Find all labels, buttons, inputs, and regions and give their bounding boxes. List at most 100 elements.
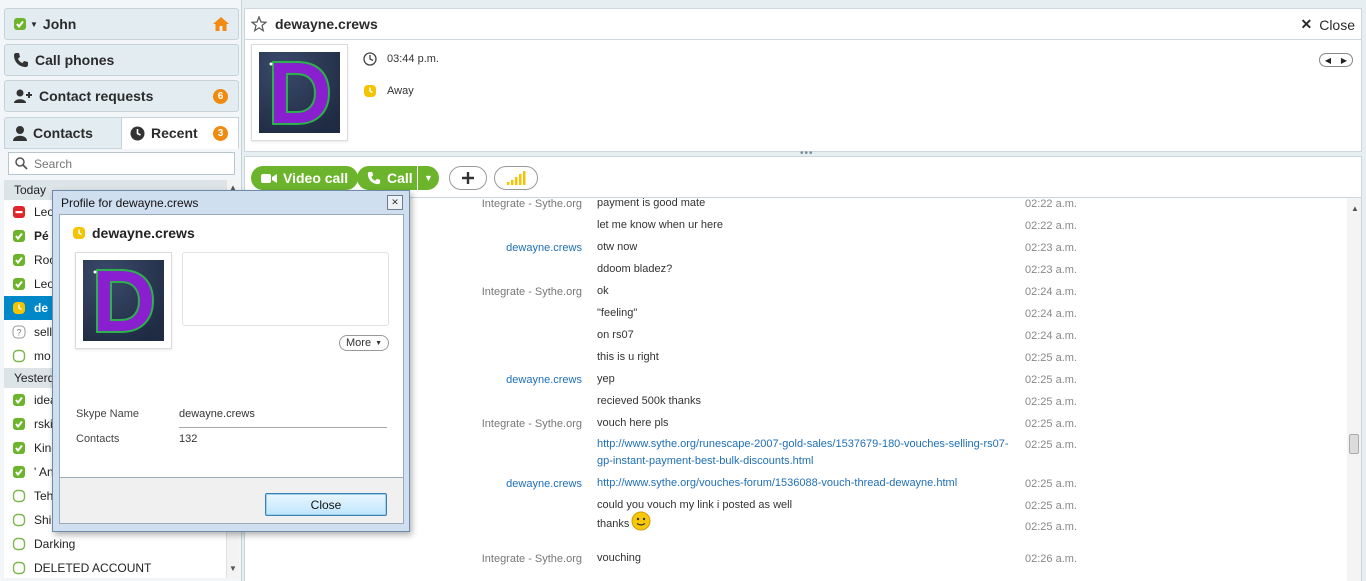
message-text: vouching xyxy=(597,550,1017,567)
avatar xyxy=(83,260,164,341)
contacts-recent-tabs: Contacts Recent 3 xyxy=(4,117,239,149)
online-status-icon xyxy=(12,277,26,291)
message-text: thanks xyxy=(597,511,1017,537)
message-time: 02:25 a.m. xyxy=(1025,374,1077,386)
message-body: this is u right xyxy=(597,351,659,363)
tab-recent-label: Recent xyxy=(151,125,198,141)
message-time: 02:24 a.m. xyxy=(1025,330,1077,342)
message-time: 02:25 a.m. xyxy=(1025,418,1077,430)
message-link[interactable]: http://www.sythe.org/runescape-2007-gold… xyxy=(597,436,1017,470)
message-sender[interactable]: Integrate - Sythe.org xyxy=(372,553,582,565)
message-body[interactable]: http://www.sythe.org/vouches-forum/15360… xyxy=(597,477,957,489)
contact-name: de xyxy=(34,301,49,315)
message-text: on rs07 xyxy=(597,327,1017,344)
avatar-letter-d-image xyxy=(83,260,164,341)
more-button[interactable]: More ▼ xyxy=(339,335,389,351)
message-body: payment is good mate xyxy=(597,198,706,209)
message-text: yep xyxy=(597,371,1017,388)
call-quality-button[interactable] xyxy=(494,166,538,190)
search-input[interactable] xyxy=(34,156,224,171)
contact-avatar-frame[interactable] xyxy=(251,44,348,141)
next-arrow[interactable]: ▶ xyxy=(1341,56,1347,65)
dialog-close-button[interactable]: Close xyxy=(265,493,387,516)
scroll-down-arrow[interactable]: ▼ xyxy=(229,564,237,573)
contact-name: ' An xyxy=(34,465,54,479)
tab-contacts[interactable]: Contacts xyxy=(4,117,122,149)
home-icon[interactable] xyxy=(212,16,230,32)
user-profile-button[interactable]: ▼ John xyxy=(4,8,239,40)
field-value: 132 xyxy=(179,433,198,445)
call-label: Call xyxy=(387,170,413,186)
plus-icon xyxy=(462,172,474,184)
chat-scrollbar[interactable]: ▲ xyxy=(1347,198,1361,581)
conversation-title: dewayne.crews xyxy=(275,16,378,32)
call-options-dropdown[interactable]: ▼ xyxy=(417,166,439,190)
message-body: ok xyxy=(597,285,609,297)
close-conversation-button[interactable]: ✕ Close xyxy=(1300,16,1355,33)
add-contact-icon xyxy=(14,89,32,103)
message-text: this is u right xyxy=(597,349,1017,366)
message-text: vouch here pls xyxy=(597,415,1017,432)
contact-name: rski xyxy=(34,417,53,431)
video-call-button[interactable]: Video call xyxy=(251,166,359,190)
message-body: on rs07 xyxy=(597,329,634,341)
online-status-icon xyxy=(14,18,26,30)
message-time: 02:23 a.m. xyxy=(1025,242,1077,254)
dialog-avatar-frame xyxy=(75,252,172,349)
message-link[interactable]: http://www.sythe.org/vouches-forum/15360… xyxy=(597,475,1017,492)
profile-dialog: Profile for dewayne.crews ✕ dewayne.crew… xyxy=(52,190,410,532)
status-line: Away xyxy=(363,84,414,98)
close-conversation-label: Close xyxy=(1319,16,1355,33)
message-body: yep xyxy=(597,373,615,385)
message-time: 02:25 a.m. xyxy=(1025,439,1077,451)
clock-icon xyxy=(130,126,145,140)
field-key: Contacts xyxy=(76,433,120,445)
star-icon[interactable] xyxy=(251,16,267,32)
away-status-icon xyxy=(73,227,85,239)
scrollbar-thumb[interactable] xyxy=(1349,434,1359,454)
dialog-contact-name: dewayne.crews xyxy=(72,225,195,241)
list-item[interactable]: DELETED ACCOUNT xyxy=(4,556,239,578)
message-time: 02:24 a.m. xyxy=(1025,286,1077,298)
call-phones-button[interactable]: Call phones xyxy=(4,44,239,76)
smile-emoticon-icon xyxy=(631,511,651,537)
tab-contacts-label: Contacts xyxy=(33,125,93,141)
message-time: 02:26 a.m. xyxy=(1025,553,1077,565)
add-participant-button[interactable] xyxy=(449,166,487,190)
contact-name: Darking xyxy=(34,537,76,551)
message-body: thanks xyxy=(597,517,630,530)
close-icon[interactable]: ✕ xyxy=(387,195,403,210)
profile-navigation-arrows[interactable]: ◀ ▶ xyxy=(1319,53,1353,67)
message-text: ddoom bladez? xyxy=(597,261,1017,278)
contact-name: Pé xyxy=(34,229,49,243)
local-time: 03:44 p.m. xyxy=(387,53,439,65)
contact-requests-label: Contact requests xyxy=(39,88,154,104)
previous-arrow[interactable]: ◀ xyxy=(1325,56,1331,65)
tab-recent[interactable]: Recent 3 xyxy=(122,117,239,149)
message-body: let me know when ur here xyxy=(597,219,723,231)
message-body[interactable]: http://www.sythe.org/runescape-2007-gold… xyxy=(597,438,1009,467)
message-text: ok xyxy=(597,283,1017,300)
dialog-body: dewayne.crews More ▼ Skype Name dewayne.… xyxy=(59,214,404,478)
video-call-label: Video call xyxy=(283,170,349,186)
list-item[interactable]: Darking xyxy=(4,532,239,556)
chevron-down-icon: ▼ xyxy=(30,19,38,29)
contact-requests-button[interactable]: Contact requests 6 xyxy=(4,80,239,112)
call-button[interactable]: Call xyxy=(357,166,425,190)
message-text: "feeling" xyxy=(597,305,1017,322)
phone-icon xyxy=(367,171,381,185)
online-status-icon xyxy=(12,393,26,407)
search-box[interactable] xyxy=(8,152,235,175)
search-icon xyxy=(15,157,28,170)
message-time: 02:25 a.m. xyxy=(1025,396,1077,408)
contact-requests-badge: 6 xyxy=(213,89,228,104)
scroll-up-arrow[interactable]: ▲ xyxy=(1351,204,1359,213)
svg-text:?: ? xyxy=(16,328,21,338)
message-time: 02:24 a.m. xyxy=(1025,308,1077,320)
contact-name: sell xyxy=(34,325,53,339)
dialog-title: Profile for dewayne.crews xyxy=(61,196,199,210)
offline-status-icon xyxy=(12,489,26,503)
offline-status-icon xyxy=(12,561,26,575)
message-time: 02:23 a.m. xyxy=(1025,264,1077,276)
offline-status-icon xyxy=(12,513,26,527)
